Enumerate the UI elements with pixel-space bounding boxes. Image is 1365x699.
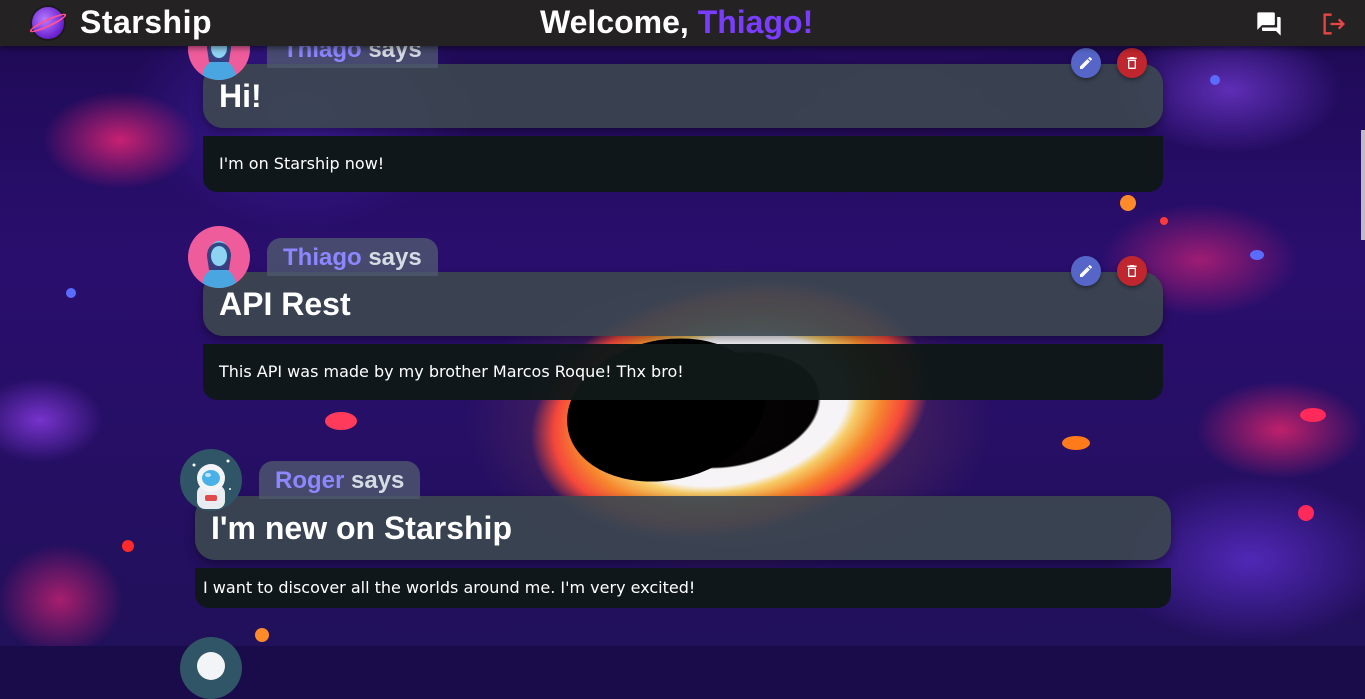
- delete-post-button[interactable]: [1117, 256, 1147, 286]
- welcome-message: Welcome, Thiago!: [540, 4, 813, 41]
- post-says-label: says: [351, 467, 405, 494]
- trash-icon: [1127, 265, 1137, 277]
- star-decoration: [122, 540, 134, 552]
- app-title[interactable]: Starship: [80, 4, 212, 41]
- pencil-icon: [1080, 56, 1093, 69]
- edit-post-button[interactable]: [1071, 256, 1101, 286]
- avatar: [180, 637, 242, 699]
- post-title: Hi!: [203, 64, 1163, 128]
- pencil-icon: [1080, 264, 1093, 277]
- star-decoration: [1210, 75, 1220, 85]
- post-title: API Rest: [203, 272, 1163, 336]
- star-decoration: [66, 288, 76, 298]
- star-decoration: [1250, 250, 1264, 260]
- star-decoration: [325, 412, 357, 430]
- chat-bubbles-icon[interactable]: [1255, 10, 1283, 38]
- delete-post-button[interactable]: [1117, 48, 1147, 78]
- star-decoration: [1160, 217, 1168, 225]
- post-author-name: Thiago: [283, 244, 362, 271]
- trash-icon: [1127, 57, 1137, 69]
- logout-icon[interactable]: [1320, 10, 1348, 38]
- post-author-name: Roger: [275, 467, 345, 494]
- welcome-prefix: Welcome,: [540, 4, 698, 40]
- star-decoration: [255, 628, 269, 642]
- post-body: This API was made by my brother Marcos R…: [203, 344, 1163, 400]
- post-author-tag: Roger says: [259, 461, 421, 499]
- scrollbar-thumb[interactable]: [1361, 130, 1365, 240]
- post-title: I'm new on Starship: [195, 496, 1171, 560]
- planet-logo-icon[interactable]: [32, 7, 64, 39]
- post-says-label: says: [368, 244, 422, 271]
- star-decoration: [1298, 505, 1314, 521]
- avatar: [180, 449, 242, 511]
- top-navbar: Starship Welcome, Thiago!: [0, 0, 1365, 46]
- edit-post-button[interactable]: [1071, 48, 1101, 78]
- star-decoration: [1120, 195, 1136, 211]
- post-body: I'm on Starship now!: [203, 136, 1163, 192]
- welcome-username: Thiago!: [697, 4, 814, 40]
- post-body: I want to discover all the worlds around…: [195, 568, 1171, 608]
- star-decoration: [1300, 408, 1326, 422]
- post-author-tag: Thiago says: [267, 238, 438, 276]
- star-decoration: [1062, 436, 1090, 450]
- avatar: [188, 226, 250, 288]
